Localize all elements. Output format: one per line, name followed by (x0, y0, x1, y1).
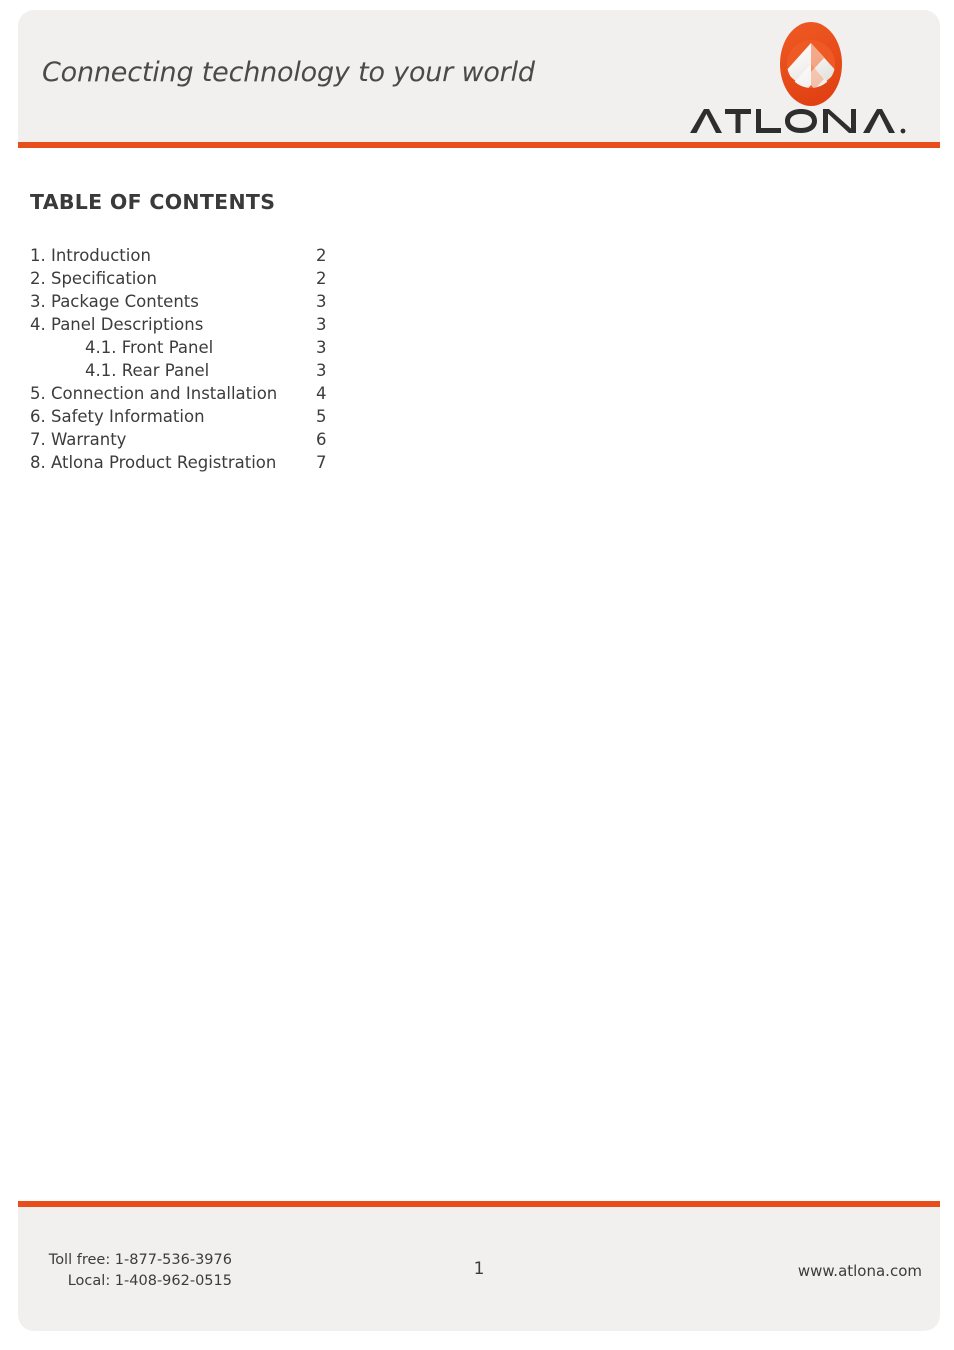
toc-entry-page: 6 (316, 430, 327, 449)
list-item[interactable]: 4. Panel Descriptions 3 (0, 315, 420, 338)
toc-entry-label: 4.1. Rear Panel (85, 361, 210, 380)
toc-entry-label: 7. Warranty (30, 430, 127, 449)
toc-entry-page: 3 (316, 361, 327, 380)
atlona-logo (688, 22, 938, 134)
list-item[interactable]: 7. Warranty 6 (0, 430, 420, 453)
toc-entry-label: 6. Safety Information (30, 407, 205, 426)
list-item[interactable]: 3. Package Contents 3 (0, 292, 420, 315)
toc-entry-label: 4.1. Front Panel (85, 338, 214, 357)
toc-entry-page: 7 (316, 453, 327, 472)
list-item[interactable]: 8. Atlona Product Registration 7 (0, 453, 420, 476)
table-of-contents-list: 1. Introduction 2 2. Specification 2 3. … (0, 246, 420, 476)
toc-entry-page: 3 (316, 315, 327, 334)
website-link[interactable]: www.atlona.com (798, 1262, 922, 1280)
header-tagline: Connecting technology to your world (42, 57, 535, 88)
atlona-wordmark-icon (688, 106, 928, 136)
list-item[interactable]: 4.1. Rear Panel 3 (0, 361, 420, 384)
header-accent-rule (18, 142, 940, 148)
toc-entry-label: 3. Package Contents (30, 292, 199, 311)
atlona-chevron-mark-icon (780, 22, 842, 106)
list-item[interactable]: 4.1. Front Panel 3 (0, 338, 420, 361)
toc-entry-page: 2 (316, 269, 327, 288)
toc-entry-label: 4. Panel Descriptions (30, 315, 204, 334)
list-item[interactable]: 6. Safety Information 5 (0, 407, 420, 430)
list-item[interactable]: 5. Connection and Installation 4 (0, 384, 420, 407)
toc-entry-page: 2 (316, 246, 327, 265)
toc-entry-page: 3 (316, 292, 327, 311)
toc-entry-page: 5 (316, 407, 327, 426)
toc-entry-page: 4 (316, 384, 327, 403)
list-item[interactable]: 2. Specification 2 (0, 269, 420, 292)
toc-entry-label: 8. Atlona Product Registration (30, 453, 277, 472)
toc-entry-label: 1. Introduction (30, 246, 151, 265)
page-title: TABLE OF CONTENTS (30, 190, 276, 214)
document-page: Connecting technology to your world TABL… (0, 0, 954, 1350)
toc-entry-label: 2. Specification (30, 269, 157, 288)
list-item[interactable]: 1. Introduction 2 (0, 246, 420, 269)
toc-entry-page: 3 (316, 338, 327, 357)
toc-entry-label: 5. Connection and Installation (30, 384, 278, 403)
page-footer: Toll free: 1-877-536-3976 Local: 1-408-9… (18, 1207, 940, 1331)
